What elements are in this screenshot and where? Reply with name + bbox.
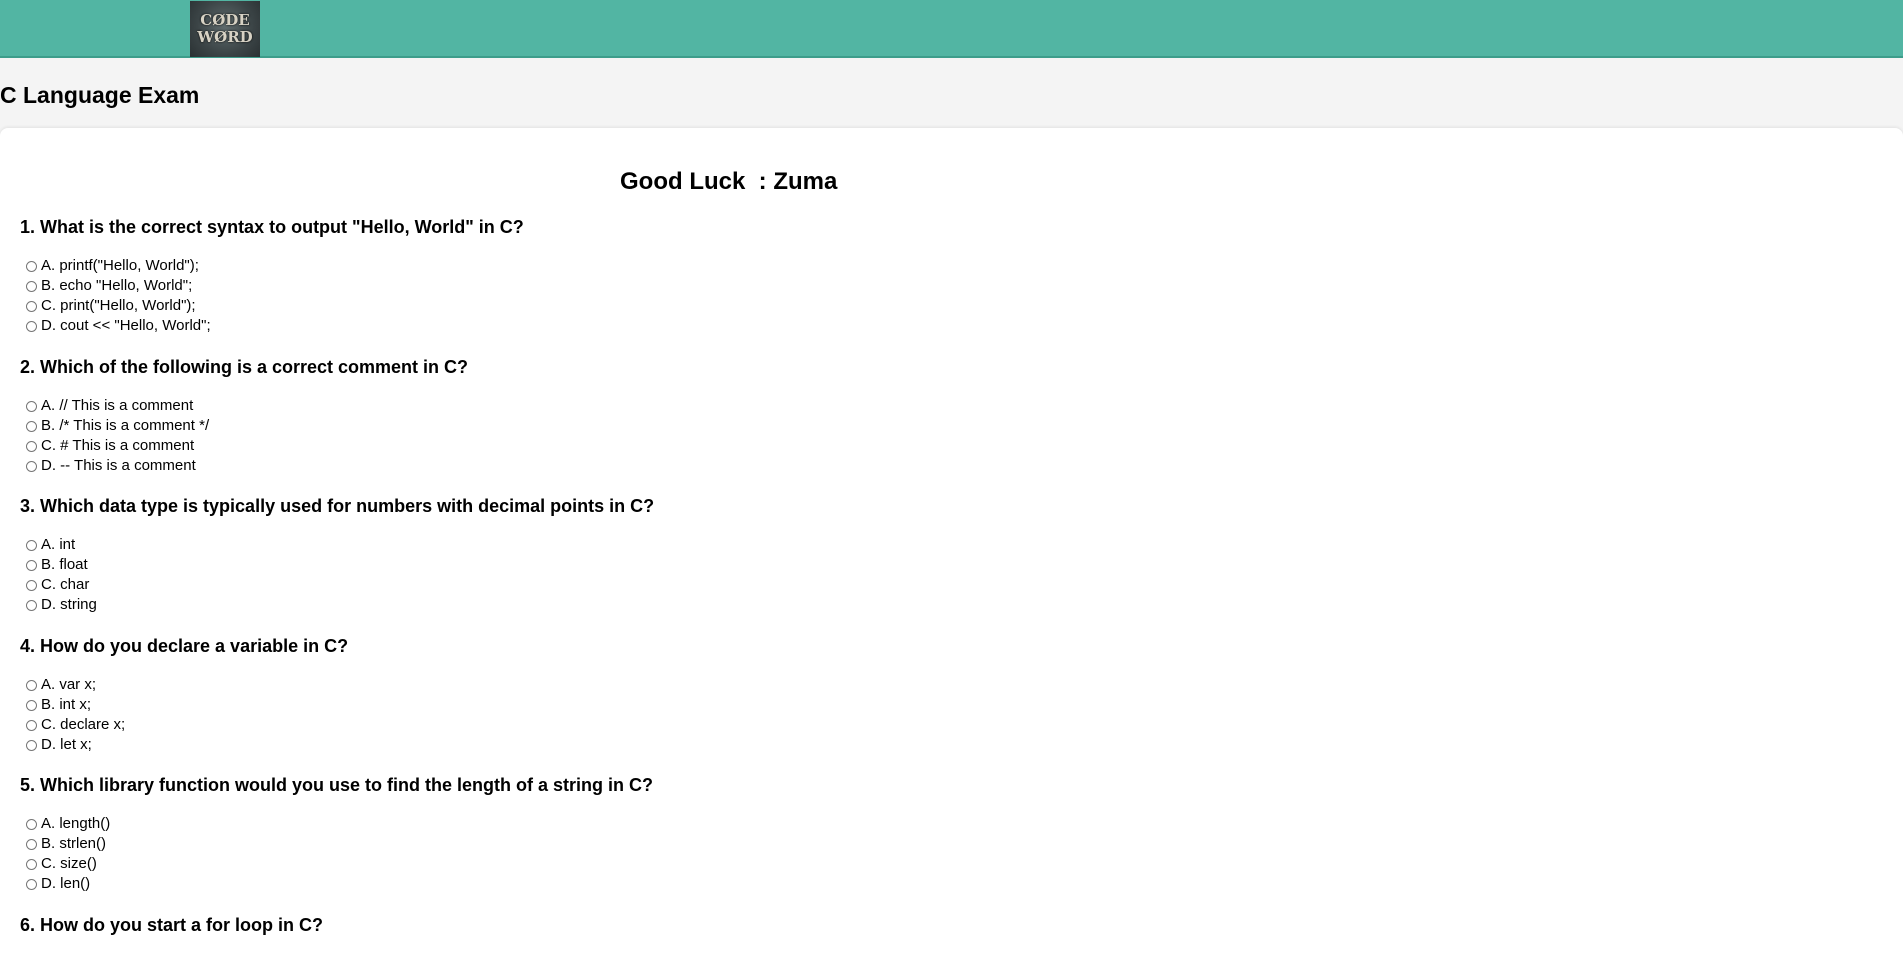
question-5: 5. Which library function would you use … (20, 774, 653, 894)
option-c[interactable]: C. # This is a comment (20, 436, 468, 456)
option-a[interactable]: A. length() (20, 814, 653, 834)
radio-button[interactable] (26, 280, 37, 292)
question-2: 2. Which of the following is a correct c… (20, 356, 468, 476)
logo-line-1: CØDE (200, 11, 250, 29)
option-b[interactable]: B. strlen() (20, 834, 653, 854)
radio-button[interactable] (26, 719, 37, 731)
exam-card: Good Luck : Zuma 1. What is the correct … (0, 128, 1903, 953)
top-header-bar: CØDE WØRD (0, 0, 1903, 58)
option-label: B. float (41, 556, 88, 573)
answer-options: A. length() B. strlen() C. size() D. len… (20, 814, 653, 894)
option-d[interactable]: D. cout << "Hello, World"; (20, 316, 524, 336)
option-label: D. string (41, 596, 97, 613)
radio-button[interactable] (26, 440, 37, 452)
option-label: C. char (41, 576, 90, 593)
radio-button[interactable] (26, 420, 37, 432)
question-6: 6. How do you start a for loop in C? (20, 914, 323, 936)
code-word-logo[interactable]: CØDE WØRD (190, 1, 260, 57)
radio-button[interactable] (26, 559, 37, 571)
radio-button[interactable] (26, 260, 37, 272)
option-c[interactable]: C. size() (20, 854, 653, 874)
radio-button[interactable] (26, 579, 37, 591)
option-b[interactable]: B. float (20, 555, 654, 575)
question-text: 1. What is the correct syntax to output … (20, 217, 524, 237)
question-text: 2. Which of the following is a correct c… (20, 357, 469, 377)
option-c[interactable]: C. char (20, 575, 654, 595)
option-label: A. printf("Hello, World"); (41, 257, 199, 274)
radio-button[interactable] (26, 539, 37, 551)
radio-button[interactable] (26, 400, 37, 412)
option-label: B. echo "Hello, World"; (41, 277, 193, 294)
option-label: B. /* This is a comment */ (41, 417, 210, 434)
option-label: A. var x; (41, 676, 97, 693)
question-text: 4. How do you declare a variable in C? (20, 636, 349, 656)
question-text: 5. Which library function would you use … (20, 775, 653, 795)
option-d[interactable]: D. string (20, 595, 654, 615)
option-label: B. int x; (41, 696, 92, 713)
option-label: C. size() (41, 855, 97, 872)
option-d[interactable]: D. -- This is a comment (20, 456, 468, 476)
radio-button[interactable] (26, 300, 37, 312)
radio-button[interactable] (26, 699, 37, 711)
radio-button[interactable] (26, 320, 37, 332)
radio-button[interactable] (26, 739, 37, 751)
question-4: 4. How do you declare a variable in C? A… (20, 635, 348, 755)
radio-button[interactable] (26, 818, 37, 830)
option-label: C. # This is a comment (41, 437, 195, 454)
question-3: 3. Which data type is typically used for… (20, 495, 654, 615)
radio-button[interactable] (26, 878, 37, 890)
question-text: 6. How do you start a for loop in C? (20, 915, 324, 935)
option-label: D. len() (41, 875, 91, 892)
option-label: D. -- This is a comment (41, 457, 196, 474)
question-text: 3. Which data type is typically used for… (20, 496, 655, 516)
option-label: A. length() (41, 815, 111, 832)
answer-options: A. // This is a comment B. /* This is a … (20, 396, 468, 476)
option-label: A. int (41, 536, 76, 553)
greeting-text: Good Luck : Zuma (620, 168, 838, 195)
option-b[interactable]: B. int x; (20, 695, 348, 715)
option-label: C. print("Hello, World"); (41, 297, 196, 314)
answer-options: A. int B. float C. char D. string (20, 535, 654, 615)
option-label: C. declare x; (41, 716, 126, 733)
option-b[interactable]: B. echo "Hello, World"; (20, 276, 524, 296)
radio-button[interactable] (26, 599, 37, 611)
option-label: A. // This is a comment (41, 397, 194, 414)
page-title: C Language Exam (0, 82, 200, 108)
radio-button[interactable] (26, 679, 37, 691)
logo-line-2: WØRD (197, 28, 253, 46)
option-b[interactable]: B. /* This is a comment */ (20, 416, 468, 436)
option-c[interactable]: C. print("Hello, World"); (20, 296, 524, 316)
answer-options: A. var x; B. int x; C. declare x; D. let… (20, 675, 348, 755)
radio-button[interactable] (26, 460, 37, 472)
option-d[interactable]: D. len() (20, 874, 653, 894)
option-a[interactable]: A. var x; (20, 675, 348, 695)
option-c[interactable]: C. declare x; (20, 715, 348, 735)
answer-options: A. printf("Hello, World"); B. echo "Hell… (20, 256, 524, 336)
question-1: 1. What is the correct syntax to output … (20, 216, 524, 336)
radio-button[interactable] (26, 858, 37, 870)
option-a[interactable]: A. printf("Hello, World"); (20, 256, 524, 276)
option-a[interactable]: A. // This is a comment (20, 396, 468, 416)
option-label: D. cout << "Hello, World"; (41, 317, 211, 334)
option-d[interactable]: D. let x; (20, 735, 348, 755)
radio-button[interactable] (26, 838, 37, 850)
option-a[interactable]: A. int (20, 535, 654, 555)
option-label: D. let x; (41, 736, 92, 753)
option-label: B. strlen() (41, 835, 107, 852)
